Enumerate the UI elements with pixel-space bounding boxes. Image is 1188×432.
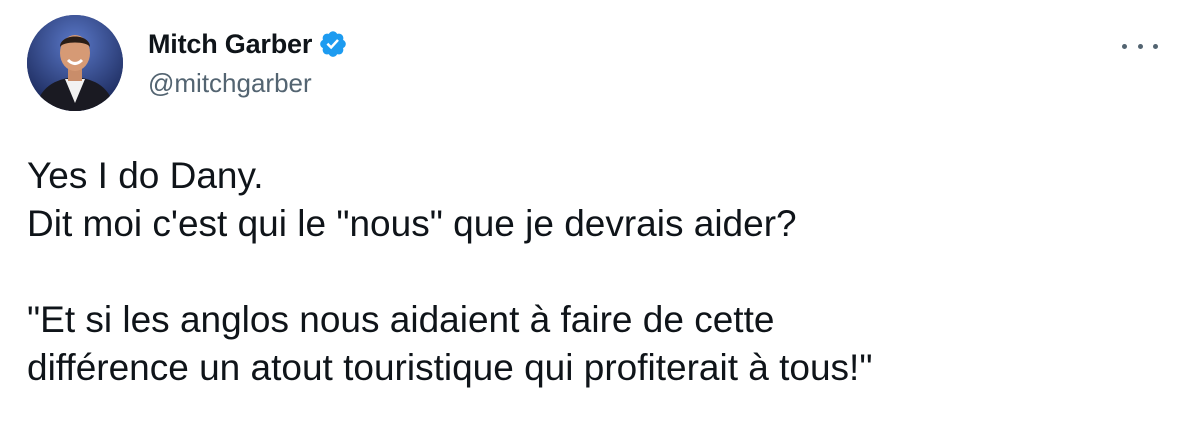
avatar-photo-icon [27, 15, 123, 111]
dot-icon [1153, 43, 1158, 49]
tweet-line: "Et si les anglos nous aidaient à faire … [27, 299, 775, 340]
tweet-line: Dit moi c'est qui le "nous" que je devra… [27, 203, 797, 244]
more-options-icon[interactable] [1122, 38, 1158, 54]
tweet-card: Mitch Garber @mitchgarber Yes I do Dany.… [0, 0, 1188, 432]
author-name-row: Mitch Garber [148, 28, 348, 60]
tweet-text: Yes I do Dany. Dit moi c'est qui le "nou… [27, 152, 1157, 392]
dot-icon [1122, 43, 1127, 49]
verified-badge-icon [318, 29, 348, 59]
tweet-line: Yes I do Dany. [27, 155, 264, 196]
tweet-line-break [27, 248, 1157, 296]
tweet-line: différence un atout touristique qui prof… [27, 347, 873, 388]
author-handle[interactable]: @mitchgarber [148, 68, 312, 99]
author-avatar[interactable] [27, 15, 123, 111]
dot-icon [1137, 43, 1143, 49]
author-name[interactable]: Mitch Garber [148, 29, 312, 60]
